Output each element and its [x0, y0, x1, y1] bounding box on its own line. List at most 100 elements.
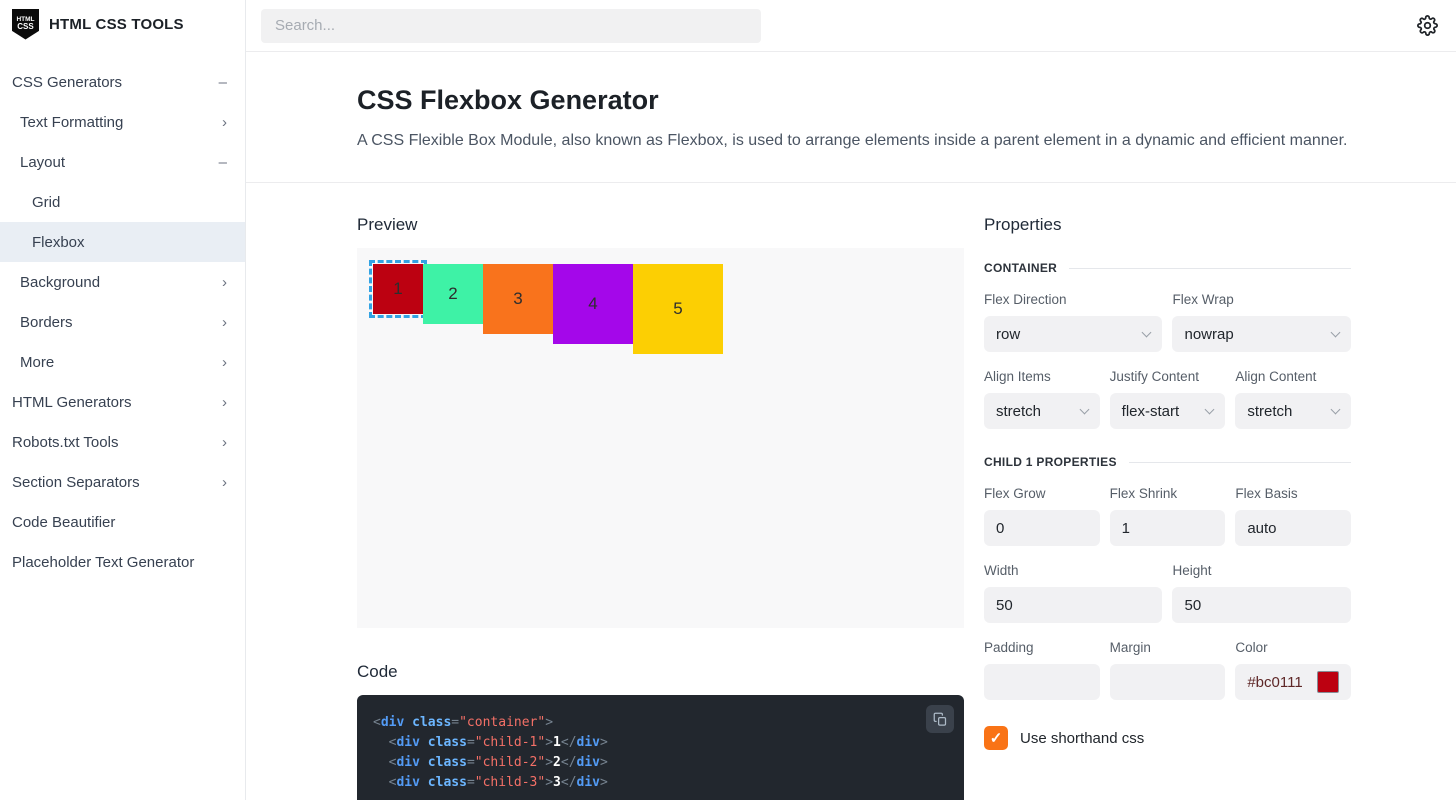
sidebar-item-placeholder-text-generator[interactable]: Placeholder Text Generator	[0, 542, 245, 582]
field-align-items: Align Items stretch	[984, 369, 1100, 429]
sidebar-item-text-formatting[interactable]: Text Formatting›	[0, 102, 245, 142]
sidebar-item-label: Flexbox	[32, 234, 85, 251]
fields-grid: Flex Direction row Flex Wrap nowrap Align It…	[984, 292, 1351, 429]
properties-heading: Properties	[984, 215, 1351, 235]
sidebar-item-label: Robots.txt Tools	[12, 434, 118, 451]
field-label: Align Content	[1235, 369, 1351, 384]
padding-input[interactable]	[984, 664, 1100, 700]
chevron-right-icon: ›	[222, 274, 227, 291]
field-margin: Margin	[1110, 640, 1226, 700]
preview-and-code-column: Preview 12345 Code <div class="container…	[357, 215, 964, 800]
logo[interactable]: HTML CSS HTML CSS TOOLS	[0, 0, 245, 48]
sidebar-item-background[interactable]: Background›	[0, 262, 245, 302]
field-value: 0	[996, 520, 1004, 537]
sidebar-item-label: Code Beautifier	[12, 514, 115, 531]
field-label: Margin	[1110, 640, 1226, 655]
sidebar-item-html-generators[interactable]: HTML Generators›	[0, 382, 245, 422]
sidebar-item-label: Grid	[32, 194, 60, 211]
field-label: Flex Direction	[984, 292, 1162, 307]
sidebar-item-label: Layout	[20, 154, 65, 171]
topbar	[246, 0, 1456, 52]
flex-basis-input[interactable]: auto	[1235, 510, 1351, 546]
preview-box-4[interactable]: 4	[553, 264, 633, 344]
field-label: Align Items	[984, 369, 1100, 384]
justify-content-select[interactable]: flex-start	[1110, 393, 1226, 429]
field-flex-direction: Flex Direction row	[984, 292, 1162, 352]
field-justify-content: Justify Content flex-start	[1110, 369, 1226, 429]
section-title: CHILD 1 PROPERTIES	[984, 455, 1117, 469]
sidebar-nav: CSS Generators–Text Formatting›Layout– Gr…	[0, 62, 245, 582]
flex-grow-input[interactable]: 0	[984, 510, 1100, 546]
section-header-container: CONTAINER	[984, 261, 1351, 275]
preview-box-2[interactable]: 2	[423, 264, 483, 324]
sidebar-item-more[interactable]: More›	[0, 342, 245, 382]
align-content-select[interactable]: stretch	[1235, 393, 1351, 429]
color-color-input[interactable]: #bc0111	[1235, 664, 1351, 700]
field-label: Flex Wrap	[1172, 292, 1351, 307]
sidebar-item-label: Placeholder Text Generator	[12, 554, 194, 571]
sidebar-item-layout[interactable]: Layout–	[0, 142, 245, 182]
code-line: <div class="child-1">1</div>	[373, 733, 948, 753]
field-label: Width	[984, 563, 1162, 578]
field-label: Justify Content	[1110, 369, 1226, 384]
field-value: auto	[1247, 520, 1276, 537]
code-line: <div class="container">	[373, 713, 948, 733]
field-value: 50	[1184, 597, 1201, 614]
copy-icon	[933, 712, 948, 727]
height-input[interactable]: 50	[1172, 587, 1351, 623]
section-divider-line	[1129, 462, 1351, 463]
section-header-child-1-properties: CHILD 1 PROPERTIES	[984, 455, 1351, 469]
checkbox-label: Use shorthand css	[1020, 730, 1144, 747]
code-block: <div class="container"> <div class="chil…	[357, 695, 964, 800]
sidebar-item-css-generators[interactable]: CSS Generators–	[0, 62, 245, 102]
field-label: Flex Shrink	[1110, 486, 1226, 501]
field-padding: Padding	[984, 640, 1100, 700]
margin-input[interactable]	[1110, 664, 1226, 700]
field-value: #bc0111	[1247, 674, 1302, 691]
flex-wrap-select[interactable]: nowrap	[1172, 316, 1351, 352]
preview-box-1[interactable]: 1	[373, 264, 423, 314]
field-label: Height	[1172, 563, 1351, 578]
chevron-down-icon	[1079, 405, 1089, 415]
main-area: CSS Flexbox Generator A CSS Flexible Box…	[246, 0, 1456, 800]
flex-direction-select[interactable]: row	[984, 316, 1162, 352]
chevron-right-icon: ›	[222, 434, 227, 451]
field-label: Color	[1235, 640, 1351, 655]
align-items-select[interactable]: stretch	[984, 393, 1100, 429]
chevron-down-icon	[1331, 405, 1341, 415]
code-line: <div class="child-2">2</div>	[373, 753, 948, 773]
copy-button[interactable]	[926, 705, 954, 733]
field-label: Flex Basis	[1235, 486, 1351, 501]
width-input[interactable]: 50	[984, 587, 1162, 623]
checkbox-checked-icon[interactable]: ✓	[984, 726, 1008, 750]
sidebar-item-code-beautifier[interactable]: Code Beautifier	[0, 502, 245, 542]
fields-grid: Flex Grow0Flex Shrink1Flex BasisautoWidt…	[984, 486, 1351, 700]
use-shorthand-css-checkbox-row[interactable]: ✓ Use shorthand css	[984, 726, 1351, 750]
field-value: 50	[996, 597, 1013, 614]
search-input[interactable]	[261, 9, 761, 43]
code-heading: Code	[357, 662, 964, 682]
section-title: CONTAINER	[984, 261, 1057, 275]
settings-button[interactable]	[1417, 15, 1438, 36]
color-swatch[interactable]	[1317, 671, 1339, 693]
sidebar-item-robots-txt-tools[interactable]: Robots.txt Tools ›	[0, 422, 245, 462]
field-value: flex-start	[1122, 403, 1180, 420]
field-value: stretch	[996, 403, 1041, 420]
sidebar-item-flexbox[interactable]: Flexbox	[0, 222, 245, 262]
html-css-shield-icon: HTML CSS	[12, 9, 39, 40]
preview-panel: 12345	[357, 248, 964, 628]
sidebar-item-grid[interactable]: Grid	[0, 182, 245, 222]
sidebar-item-borders[interactable]: Borders›	[0, 302, 245, 342]
page-title: CSS Flexbox Generator	[357, 85, 1351, 116]
preview-box-5[interactable]: 5	[633, 264, 723, 354]
field-value: stretch	[1247, 403, 1292, 420]
preview-box-3[interactable]: 3	[483, 264, 553, 334]
sidebar-item-label: CSS Generators	[12, 74, 122, 91]
gear-icon	[1417, 15, 1438, 36]
app: HTML CSS HTML CSS TOOLS CSS Generators–T…	[0, 0, 1456, 800]
flex-shrink-input[interactable]: 1	[1110, 510, 1226, 546]
sidebar-item-section-separators[interactable]: Section Separators›	[0, 462, 245, 502]
chevron-down-icon	[1331, 328, 1341, 338]
sidebar: HTML CSS HTML CSS TOOLS CSS Generators–T…	[0, 0, 246, 800]
sidebar-item-label: More	[20, 354, 54, 371]
